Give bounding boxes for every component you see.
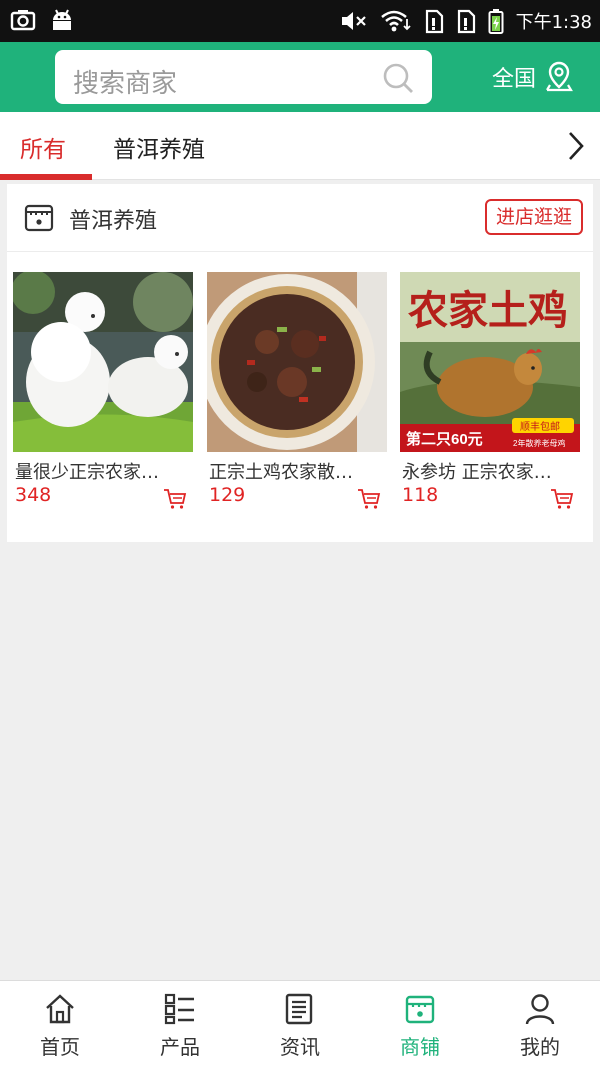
product-image[interactable] bbox=[13, 272, 193, 452]
region-selector[interactable]: 全国 bbox=[492, 60, 574, 94]
product-item[interactable]: 正宗土鸡农家散… 129 bbox=[207, 272, 387, 512]
nav-label: 产品 bbox=[160, 1035, 200, 1059]
product-image[interactable]: 农家土鸡 第二只60元 顺丰包邮 2年散养老母鸡 bbox=[400, 272, 580, 452]
bottom-navigation: 首页 产品 资讯 商铺 我的 bbox=[0, 980, 600, 1067]
nav-label: 首页 bbox=[40, 1035, 80, 1059]
product-price: 129 bbox=[209, 484, 246, 506]
product-list-icon bbox=[164, 993, 194, 1025]
nav-label: 我的 bbox=[520, 1035, 560, 1059]
battery-icon bbox=[488, 9, 504, 34]
tab-puer-farming[interactable]: 普洱养殖 bbox=[113, 130, 205, 164]
user-icon bbox=[525, 994, 555, 1025]
add-to-cart-icon[interactable] bbox=[163, 488, 187, 510]
android-icon bbox=[53, 9, 71, 30]
location-pin-icon bbox=[546, 61, 573, 92]
poster-headline: 农家土鸡 bbox=[408, 287, 568, 334]
status-bar: 下午1:38 bbox=[0, 0, 600, 42]
poster-promo: 第二只60元 bbox=[406, 430, 483, 448]
nav-item-stores[interactable]: 商铺 bbox=[360, 981, 480, 1067]
store-card-header: 普洱养殖 进店逛逛 bbox=[7, 184, 593, 252]
region-label: 全国 bbox=[492, 67, 537, 92]
product-item[interactable]: 量很少正宗农家… 348 bbox=[13, 272, 193, 512]
wifi-icon bbox=[380, 10, 411, 32]
mute-icon bbox=[341, 12, 366, 30]
nav-item-home[interactable]: 首页 bbox=[0, 981, 120, 1067]
visit-store-button[interactable]: 进店逛逛 bbox=[485, 199, 583, 235]
add-to-cart-icon[interactable] bbox=[357, 488, 381, 510]
poster-sub: 2年散养老母鸡 bbox=[513, 438, 565, 448]
category-tabs: 所有 普洱养殖 bbox=[0, 112, 600, 180]
tab-all[interactable]: 所有 bbox=[20, 130, 66, 164]
nav-label: 商铺 bbox=[400, 1035, 440, 1059]
product-price: 118 bbox=[402, 484, 439, 506]
product-item[interactable]: 农家土鸡 第二只60元 顺丰包邮 2年散养老母鸡 永参坊 正宗农家… 118 bbox=[400, 272, 580, 512]
search-input[interactable]: 搜索商家 bbox=[55, 50, 432, 104]
product-price: 348 bbox=[15, 484, 52, 506]
status-time: 下午1:38 bbox=[515, 12, 592, 33]
store-icon bbox=[405, 995, 435, 1024]
poster-badge: 顺丰包邮 bbox=[520, 420, 560, 433]
camera-icon bbox=[10, 10, 36, 31]
sim1-icon bbox=[425, 9, 443, 34]
product-image[interactable] bbox=[207, 272, 387, 452]
product-title: 正宗土鸡农家散… bbox=[209, 462, 353, 483]
product-title: 永参坊 正宗农家… bbox=[402, 462, 552, 483]
store-name: 普洱养殖 bbox=[69, 209, 158, 234]
search-icon[interactable] bbox=[382, 62, 414, 94]
product-title: 量很少正宗农家… bbox=[15, 462, 159, 483]
home-icon bbox=[46, 994, 74, 1024]
nav-item-me[interactable]: 我的 bbox=[480, 981, 600, 1067]
app-header: 搜索商家 全国 bbox=[0, 42, 600, 112]
nav-label: 资讯 bbox=[280, 1035, 320, 1059]
chevron-right-icon[interactable] bbox=[566, 130, 586, 162]
nav-item-news[interactable]: 资讯 bbox=[240, 981, 360, 1067]
store-icon bbox=[24, 204, 54, 232]
search-placeholder: 搜索商家 bbox=[73, 69, 178, 99]
news-icon bbox=[285, 993, 313, 1025]
active-tab-indicator bbox=[0, 174, 92, 180]
add-to-cart-icon[interactable] bbox=[550, 488, 574, 510]
store-card: 普洱养殖 进店逛逛 量很少正宗农家… 348 正宗土鸡农家散… 129 农家土鸡… bbox=[7, 184, 593, 542]
sim2-icon bbox=[457, 9, 475, 34]
nav-item-products[interactable]: 产品 bbox=[120, 981, 240, 1067]
